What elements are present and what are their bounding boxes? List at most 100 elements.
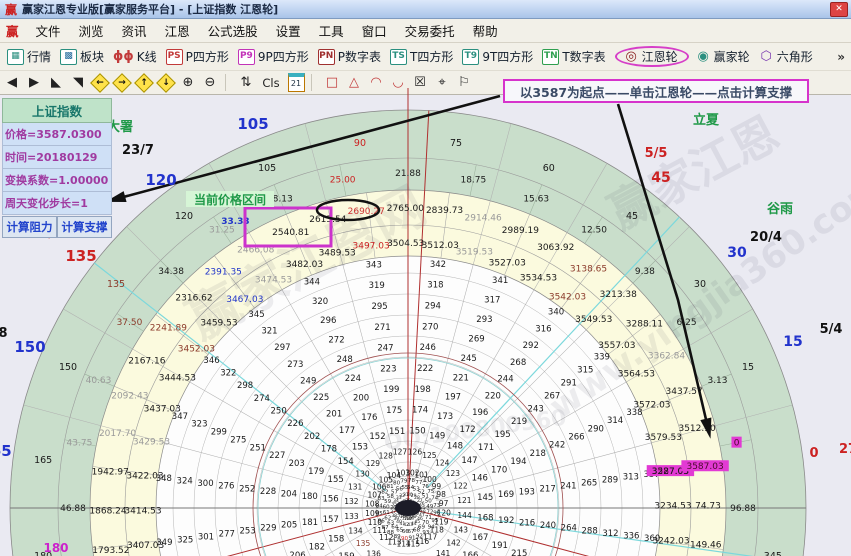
int-value: 72 [426,510,433,516]
int-value: 276 [218,482,234,492]
price-outer-value: 2765.00 [387,204,424,214]
int-value: 108 [365,500,380,509]
int-value: 244 [497,375,513,385]
int-value: 273 [287,360,303,370]
int-value: 268 [510,358,526,368]
int-value: 123 [446,469,461,478]
percent-value: 37.50 [117,318,143,328]
price-outer-value: 3213.38 [600,290,637,300]
price-outer-value: 2914.46 [465,214,502,224]
percent-value: 9.38 [635,267,655,277]
int-value: 253 [239,527,255,537]
int-value: 296 [320,316,336,326]
price-inner-value: 3519.53 [456,247,493,257]
percent-value: 21.88 [395,169,421,179]
int-value: 316 [535,324,551,334]
deg-value: 30 [694,279,706,290]
int-value: 271 [374,323,390,333]
int-value: 288 [582,526,598,536]
price-inner-value: 3422.03 [126,472,163,482]
price-outer-value: 149.46 [690,541,722,551]
int-value: 345 [248,310,264,320]
int-value: 141 [436,549,451,556]
int-value: 264 [561,524,577,534]
int-value: 120 [437,508,452,517]
int-value: 243 [528,404,544,414]
int-value: 251 [250,443,266,453]
price-outer-value: 3362.84 [648,352,685,362]
int-value: 216 [519,519,535,529]
int-value: 129 [366,459,381,468]
int-value: 340 [548,308,564,318]
int-value: 150 [409,427,425,437]
deg-value: 135 [107,279,125,290]
int-value: 215 [511,549,527,556]
gann-wheel-app: { "window": { "title": "赢家江恩专业版[赢家服务平台] … [0,0,851,556]
price-inner-value: 3437.03 [144,405,181,415]
calc-button-0[interactable]: 计算阻力 [2,216,57,238]
price-inner-value: 3474.53 [255,276,292,286]
wheel-outer-label-5/5: 5/5 [645,146,668,161]
int-value: 219 [511,417,527,427]
int-value: 228 [260,487,276,497]
int-value: 125 [422,451,437,460]
price-outer-value: 2839.73 [426,206,463,216]
int-value: 295 [371,302,387,312]
int-value: 191 [492,541,508,551]
int-value: 227 [269,451,285,461]
int-value: 124 [435,458,450,467]
price-outer-value: 2540.81 [272,228,309,238]
int-value: 154 [338,457,354,467]
price-inner-value: 3579.53 [645,433,682,443]
index-info-panel: 上证指数 价格=3587.0300时间=20180129变换系数=1.00000… [2,98,112,238]
int-value: 301 [198,532,214,542]
price-inner-value: 3429.53 [133,438,170,448]
price-inner-value: 3512.03 [422,241,459,251]
int-value: 325 [177,535,193,545]
int-value: 346 [203,356,219,366]
int-value: 109 [365,509,380,518]
int-value: 48 [420,509,426,515]
wheel-outer-label-150: 150 [14,338,45,356]
int-value: 196 [472,408,488,418]
int-value: 217 [540,484,556,494]
int-value: 128 [379,452,394,461]
int-value: 197 [445,393,461,403]
int-value: 98 [436,490,446,499]
wheel-outer-label-立夏: 立夏 [693,109,719,128]
int-value: 266 [568,432,584,442]
price-outer-value: 2989.19 [502,226,539,236]
percent-value: 96.88 [730,504,756,514]
deg-value: 345 [764,551,782,556]
int-value: 134 [348,526,363,535]
int-value: 181 [302,518,318,528]
calc-button-1[interactable]: 计算支撑 [57,216,112,238]
int-value: 314 [607,416,623,426]
int-value: 274 [254,394,270,404]
int-value: 167 [472,533,488,543]
int-value: 153 [352,443,368,453]
wheel-outer-label-5/4: 5/4 [820,322,843,337]
int-value: 126 [408,447,423,456]
int-value: 168 [477,514,493,524]
int-value: 343 [366,260,382,270]
int-value: 199 [383,385,399,395]
int-value: 159 [338,552,354,556]
int-value: 290 [588,424,604,434]
int-value: 156 [322,494,338,504]
int-value: 247 [377,344,393,354]
int-value: 218 [530,449,546,459]
deg-value: 75 [450,138,462,149]
int-value: 324 [177,477,193,487]
int-value: 319 [369,281,385,291]
int-value: 298 [237,381,253,391]
wheel-outer-label-105: 105 [237,115,268,133]
wheel-outer-label-120: 120 [145,171,176,189]
int-value: 272 [328,336,344,346]
int-value: 344 [304,278,320,288]
int-value: 265 [581,479,597,489]
int-value: 202 [304,432,320,442]
price-inner-value: 3527.03 [489,258,526,268]
price-inner-value: 3534.53 [520,273,557,283]
int-value: 194 [510,457,526,467]
